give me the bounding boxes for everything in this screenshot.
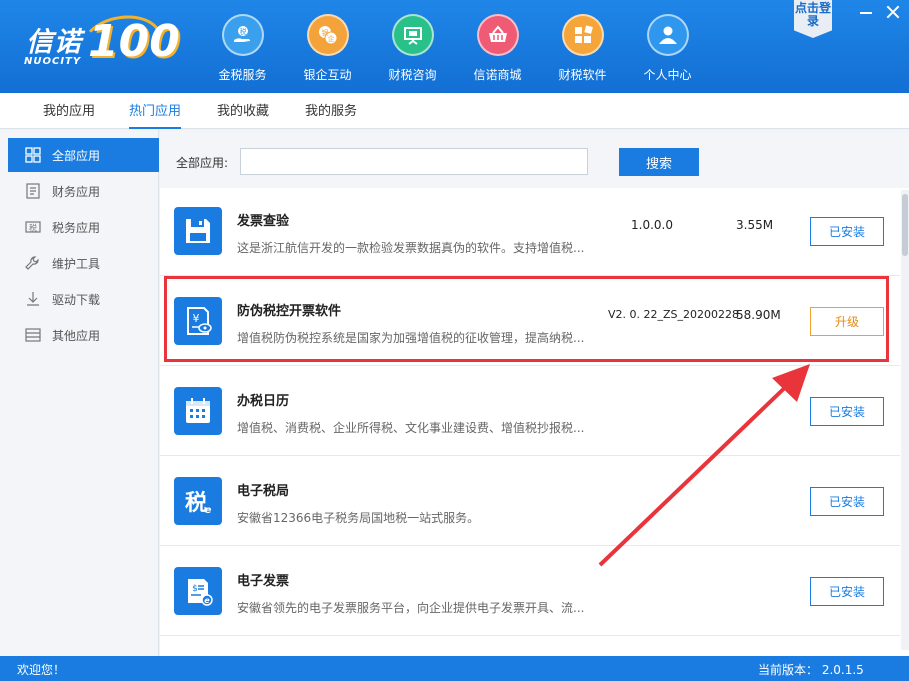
nav-label: 财税软件	[558, 68, 607, 82]
nav-label: 信诺商城	[473, 68, 522, 82]
installed-button[interactable]: 已安装	[810, 577, 884, 606]
sidebar-item-label: 其他应用	[52, 328, 101, 343]
app-grid-icon	[561, 14, 604, 56]
nav-label: 金税服务	[218, 68, 267, 82]
download-icon	[24, 290, 42, 308]
search-label: 全部应用:	[176, 156, 229, 170]
e-tax-icon: 税e	[174, 477, 222, 525]
search-input[interactable]	[240, 148, 588, 175]
svg-text:¥: ¥	[193, 312, 200, 325]
nav-personal-center[interactable]: 个人中心	[625, 14, 710, 88]
tax-icon: 税	[24, 218, 42, 236]
sidebar-item-label: 维护工具	[52, 256, 101, 271]
app-header: 信诺 100 NUOCITY 税 金税服务 银企 银企互动 财税咨询 信诺商城 …	[0, 0, 909, 93]
app-title: 电子发票	[237, 574, 290, 589]
sidebar-item-label: 财务应用	[52, 184, 101, 199]
tab-hot-apps[interactable]: 热门应用	[129, 93, 182, 129]
app-item-anti-counterfeit-invoicing: ¥ 防伪税控开票软件 增值税防伪税控系统是国家为加强增值税的征收管理，提高纳税.…	[160, 278, 900, 366]
invoice-yuan-icon: ¥	[174, 297, 222, 345]
nav-label: 银企互动	[303, 68, 352, 82]
login-button[interactable]: 点击登录	[794, 0, 832, 38]
app-title: 防伪税控开票软件	[237, 304, 342, 319]
svg-text:税: 税	[239, 27, 246, 36]
tab-my-apps[interactable]: 我的应用	[43, 93, 95, 129]
app-description: 安徽省领先的电子发票服务平台，向企业提供电子发票开具、流...	[237, 601, 585, 615]
app-title: 发票查验	[237, 214, 290, 229]
app-description: 安徽省12366电子税务局国地税一站式服务。	[237, 511, 480, 525]
sidebar-item-finance-apps[interactable]: 财务应用	[8, 174, 159, 208]
presentation-board-icon	[391, 14, 434, 56]
minimize-icon[interactable]	[858, 4, 874, 20]
app-item-invoice-check: 发票查验 这是浙江航信开发的一款检验发票数据真伪的软件。支持增值税... 1.0…	[160, 188, 900, 276]
close-icon[interactable]	[885, 4, 901, 20]
app-version: 1.0.0.0	[631, 218, 673, 232]
app-size: 3.55M	[736, 218, 774, 232]
logo-number: 100	[88, 16, 180, 67]
app-version: V2. 0. 22_ZS_20200228	[608, 308, 740, 321]
bank-enterprise-icon: 银企	[306, 14, 349, 56]
nav-nuocity-mall[interactable]: 信诺商城	[455, 14, 540, 88]
nav-label: 财税咨询	[388, 68, 437, 82]
sidebar-item-label: 驱动下载	[52, 292, 101, 307]
app-size: 58.90M	[736, 308, 781, 322]
shopping-basket-icon	[476, 14, 519, 56]
nav-label: 个人中心	[643, 68, 692, 82]
svg-text:e: e	[204, 596, 210, 605]
tab-bar: 我的应用 热门应用 我的收藏 我的服务	[0, 93, 909, 129]
app-list-scrollbar[interactable]	[901, 190, 909, 650]
welcome-text: 欢迎您！	[17, 663, 66, 677]
tab-my-favorites[interactable]: 我的收藏	[217, 93, 269, 129]
category-sidebar: 全部应用 财务应用 税 税务应用 维护工具 驱动下载 其他应用	[0, 130, 159, 656]
nav-tax-software[interactable]: 财税软件	[540, 14, 625, 88]
top-nav: 税 金税服务 银企 银企互动 财税咨询 信诺商城 财税软件 个人中心	[200, 14, 710, 88]
tab-my-services[interactable]: 我的服务	[305, 93, 357, 129]
hand-service-icon: 税	[221, 14, 264, 56]
calendar-icon	[174, 387, 222, 435]
e-invoice-icon: $ e	[174, 567, 222, 615]
search-button[interactable]: 搜索	[619, 148, 699, 176]
installed-button[interactable]: 已安装	[810, 397, 884, 426]
sidebar-item-all-apps[interactable]: 全部应用	[8, 138, 159, 172]
finance-doc-icon	[24, 182, 42, 200]
search-bar: 全部应用: 搜索	[160, 130, 909, 188]
sidebar-item-maintenance-tools[interactable]: 维护工具	[8, 246, 159, 280]
wrench-icon	[24, 254, 42, 272]
sidebar-item-tax-apps[interactable]: 税 税务应用	[8, 210, 159, 244]
nav-bank-enterprise[interactable]: 银企 银企互动	[285, 14, 370, 88]
sidebar-item-other-apps[interactable]: 其他应用	[8, 318, 159, 352]
sidebar-item-label: 全部应用	[52, 148, 101, 163]
floppy-disk-icon	[174, 207, 222, 255]
nav-jinshui-service[interactable]: 税 金税服务	[200, 14, 285, 88]
current-version-text: 当前版本： 2.0.1.5	[758, 663, 864, 677]
app-description: 增值税防伪税控系统是国家为加强增值税的征收管理，提高纳税...	[237, 331, 585, 345]
nav-tax-consulting[interactable]: 财税咨询	[370, 14, 455, 88]
status-bar: 欢迎您！ 当前版本： 2.0.1.5	[0, 656, 909, 681]
svg-text:$: $	[192, 584, 198, 594]
app-description: 增值税、消费税、企业所得税、文化事业建设费、增值税抄报税...	[237, 421, 585, 435]
app-description: 这是浙江航信开发的一款检验发票数据真伪的软件。支持增值税...	[237, 241, 585, 255]
svg-text:e: e	[205, 505, 212, 516]
app-list-panel: 全部应用: 搜索 发票查验 这是浙江航信开发的一款检验发票数据真伪的软件。支持增…	[160, 130, 909, 656]
app-title: 办税日历	[237, 394, 290, 409]
app-item-e-tax-bureau: 税e 电子税局 安徽省12366电子税务局国地税一站式服务。 已安装	[160, 458, 900, 546]
app-title: 电子税局	[237, 484, 290, 499]
logo-chinese-text: 信诺	[26, 27, 82, 58]
scrollbar-thumb[interactable]	[902, 194, 908, 256]
list-icon	[24, 326, 42, 344]
sidebar-item-driver-download[interactable]: 驱动下载	[8, 282, 159, 316]
user-icon	[646, 14, 689, 56]
svg-text:税: 税	[29, 223, 37, 233]
app-item-e-invoice: $ e 电子发票 安徽省领先的电子发票服务平台，向企业提供电子发票开具、流... …	[160, 548, 900, 636]
app-item-tax-calendar: 办税日历 增值税、消费税、企业所得税、文化事业建设费、增值税抄报税... 已安装	[160, 368, 900, 456]
sidebar-item-label: 税务应用	[52, 220, 101, 235]
installed-button[interactable]: 已安装	[810, 217, 884, 246]
svg-text:企: 企	[327, 34, 334, 43]
installed-button[interactable]: 已安装	[810, 487, 884, 516]
upgrade-button[interactable]: 升级	[810, 307, 884, 336]
grid-icon	[24, 146, 42, 164]
logo-english-text: NUOCITY	[24, 56, 82, 67]
nuocity-logo: 信诺 100 NUOCITY	[22, 9, 180, 75]
